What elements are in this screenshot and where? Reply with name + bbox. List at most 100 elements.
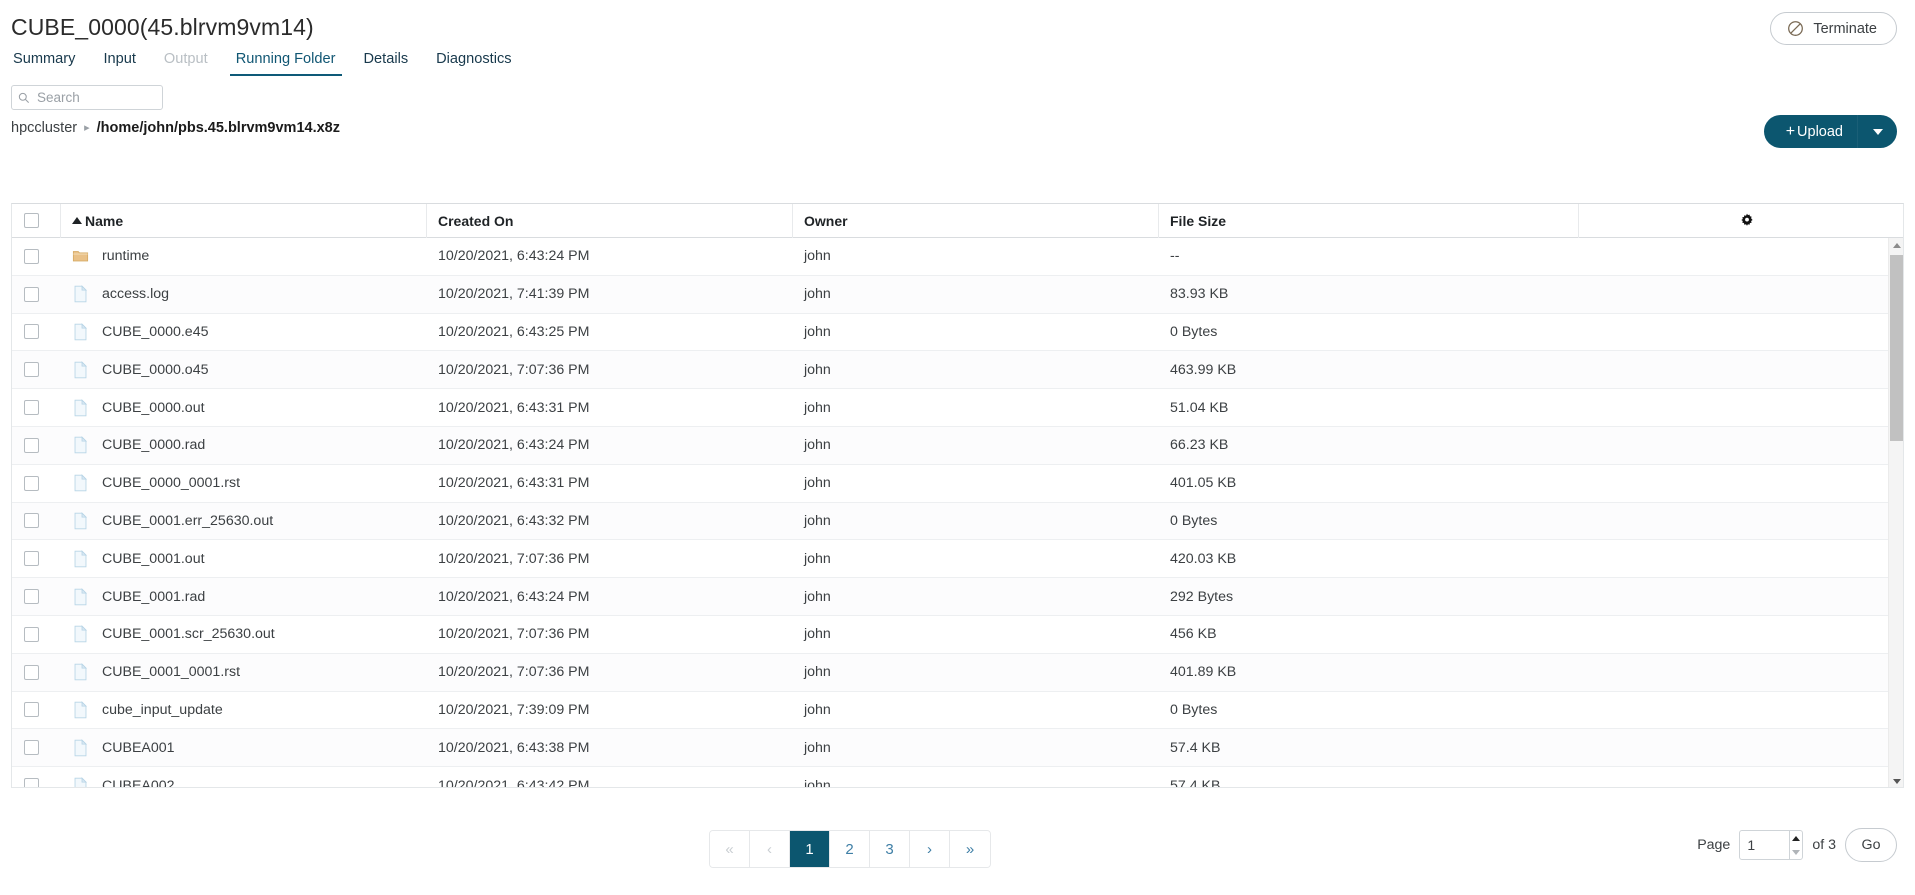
chevron-down-icon xyxy=(1872,128,1883,135)
row-checkbox[interactable] xyxy=(24,589,39,605)
table-vertical-scrollbar[interactable] xyxy=(1888,238,1903,787)
column-header-owner[interactable]: Owner xyxy=(793,204,1159,238)
cell-name[interactable]: CUBE_0001.out xyxy=(61,540,427,577)
scrollbar-thumb[interactable] xyxy=(1890,255,1903,441)
cell-name[interactable]: CUBE_0000.e45 xyxy=(61,314,427,351)
cell-name[interactable]: CUBEA002 xyxy=(61,767,427,787)
page-number-input[interactable] xyxy=(1740,831,1789,859)
row-checkbox[interactable] xyxy=(24,400,39,416)
column-header-file-size[interactable]: File Size xyxy=(1159,204,1579,238)
table-row[interactable]: CUBE_0001.scr_25630.out 10/20/2021, 7:07:… xyxy=(12,616,1890,654)
row-select-cell xyxy=(12,578,61,615)
file-table: Name Created On Owner File Size runtime 1… xyxy=(11,203,1904,788)
tab-summary[interactable]: Summary xyxy=(11,48,89,76)
cell-name[interactable]: cube_input_update xyxy=(61,692,427,729)
search-input[interactable] xyxy=(35,89,156,106)
row-checkbox[interactable] xyxy=(24,475,39,491)
cell-name[interactable]: CUBE_0001.err_25630.out xyxy=(61,503,427,540)
cell-name[interactable]: access.log xyxy=(61,276,427,313)
scrollbar-up-arrow[interactable] xyxy=(1889,238,1903,253)
column-header-created-on[interactable]: Created On xyxy=(427,204,793,238)
table-row[interactable]: CUBE_0001.rad 10/20/2021, 6:43:24 PM john 2… xyxy=(12,578,1890,616)
row-checkbox[interactable] xyxy=(24,248,39,264)
tab-diagnostics[interactable]: Diagnostics xyxy=(422,48,525,76)
tab-details[interactable]: Details xyxy=(350,48,423,76)
cell-created-on: 10/20/2021, 6:43:31 PM xyxy=(438,475,590,492)
page-goto-control: Page of 3 Go xyxy=(1697,828,1897,862)
pagination-prev[interactable]: ‹ xyxy=(750,831,790,867)
go-button[interactable]: Go xyxy=(1845,828,1897,862)
cell-created-on: 10/20/2021, 6:43:32 PM xyxy=(438,512,590,529)
select-all-checkbox[interactable] xyxy=(24,213,39,228)
pagination-page-2[interactable]: 2 xyxy=(830,831,870,867)
cell-file-size: 57.4 KB xyxy=(1170,777,1221,788)
breadcrumb-item-root[interactable]: hpccluster xyxy=(11,120,77,136)
cell-created-on: 10/20/2021, 7:07:36 PM xyxy=(438,550,590,567)
table-row[interactable]: CUBEA001 10/20/2021, 6:43:38 PM john 57.4 K… xyxy=(12,729,1890,768)
row-checkbox[interactable] xyxy=(24,664,39,680)
row-checkbox[interactable] xyxy=(24,626,39,642)
pagination-next[interactable]: › xyxy=(910,831,950,867)
row-select-cell xyxy=(12,767,61,787)
column-header-name[interactable]: Name xyxy=(61,204,427,238)
table-row[interactable]: CUBE_0000.o45 10/20/2021, 7:07:36 PM john 4… xyxy=(12,351,1890,390)
table-row[interactable]: CUBE_0000.rad 10/20/2021, 6:43:24 PM john 6… xyxy=(12,426,1890,465)
table-row[interactable]: CUBEA002 10/20/2021, 6:43:42 PM john 57.4 K… xyxy=(12,767,1890,788)
table-row[interactable]: CUBE_0001_0001.rst 10/20/2021, 7:07:36 PM… xyxy=(12,653,1890,692)
file-name-label: CUBE_0000.out xyxy=(102,399,205,416)
terminate-button-label: Terminate xyxy=(1813,20,1877,37)
table-row[interactable]: CUBE_0001.out 10/20/2021, 7:07:36 PM john 4… xyxy=(12,540,1890,579)
row-checkbox[interactable] xyxy=(24,286,39,302)
stepper-increment[interactable] xyxy=(1790,831,1803,845)
page-number-stepper[interactable] xyxy=(1739,830,1804,860)
tab-input[interactable]: Input xyxy=(89,48,149,76)
cell-name[interactable]: CUBE_0001.scr_25630.out xyxy=(61,616,427,653)
cell-name[interactable]: CUBE_0000.rad xyxy=(61,427,427,464)
cell-file-size: 456 KB xyxy=(1170,626,1217,643)
cell-created-on: 10/20/2021, 6:43:25 PM xyxy=(438,323,590,340)
cell-owner: john xyxy=(804,437,831,454)
gear-icon[interactable] xyxy=(1739,213,1755,229)
table-row[interactable]: cube_input_update 10/20/2021, 7:39:09 PM j… xyxy=(12,692,1890,730)
pagination-first[interactable]: « xyxy=(710,831,750,867)
stepper-decrement[interactable] xyxy=(1790,845,1803,859)
cell-created-on: 10/20/2021, 7:07:36 PM xyxy=(438,361,590,378)
row-checkbox[interactable] xyxy=(24,702,39,718)
table-row[interactable]: access.log 10/20/2021, 7:41:39 PM john 83.9… xyxy=(12,275,1890,314)
cell-name[interactable]: CUBE_0001.rad xyxy=(61,578,427,615)
cell-name[interactable]: CUBE_0000_0001.rst xyxy=(61,465,427,502)
pagination: « ‹ 1 2 3 › » xyxy=(709,830,991,868)
cell-owner: john xyxy=(804,739,831,756)
scrollbar-down-arrow[interactable] xyxy=(1889,774,1903,787)
file-name-label: cube_input_update xyxy=(102,701,223,718)
cell-name[interactable]: runtime xyxy=(61,238,427,275)
cell-name[interactable]: CUBE_0001_0001.rst xyxy=(61,654,427,691)
cell-name[interactable]: CUBE_0000.out xyxy=(61,389,427,426)
ban-icon xyxy=(1787,20,1804,37)
pagination-page-3[interactable]: 3 xyxy=(870,831,910,867)
row-checkbox[interactable] xyxy=(24,362,39,378)
upload-button[interactable]: + Upload xyxy=(1764,115,1857,148)
row-checkbox[interactable] xyxy=(24,740,39,756)
row-checkbox[interactable] xyxy=(24,324,39,340)
row-checkbox[interactable] xyxy=(24,513,39,529)
row-checkbox[interactable] xyxy=(24,778,39,787)
cell-file-size: 51.04 KB xyxy=(1170,399,1229,416)
table-row[interactable]: CUBE_0001.err_25630.out 10/20/2021, 6:43:… xyxy=(12,502,1890,541)
breadcrumb-item-current[interactable]: /home/john/pbs.45.blrvm9vm14.x8z xyxy=(97,120,340,136)
row-checkbox[interactable] xyxy=(24,437,39,453)
file-icon xyxy=(74,776,88,787)
row-checkbox[interactable] xyxy=(24,551,39,567)
cell-name[interactable]: CUBE_0000.o45 xyxy=(61,351,427,388)
table-row[interactable]: CUBE_0000.e45 10/20/2021, 6:43:25 PM john 0… xyxy=(12,314,1890,352)
terminate-button[interactable]: Terminate xyxy=(1770,12,1897,45)
pagination-page-1[interactable]: 1 xyxy=(790,831,830,867)
search-box[interactable] xyxy=(11,85,163,110)
table-row[interactable]: runtime 10/20/2021, 6:43:24 PM john -- xyxy=(12,238,1890,276)
upload-dropdown-toggle[interactable] xyxy=(1857,115,1897,148)
pagination-last[interactable]: » xyxy=(950,831,990,867)
tab-running-folder[interactable]: Running Folder xyxy=(222,48,350,76)
table-row[interactable]: CUBE_0000_0001.rst 10/20/2021, 6:43:31 PM… xyxy=(12,465,1890,503)
table-row[interactable]: CUBE_0000.out 10/20/2021, 6:43:31 PM john 5… xyxy=(12,389,1890,427)
cell-name[interactable]: CUBEA001 xyxy=(61,729,427,766)
